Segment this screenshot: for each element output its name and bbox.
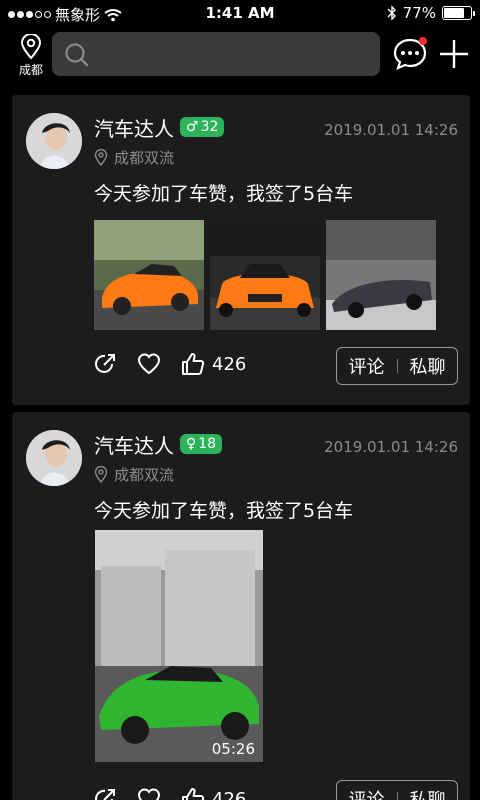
car-photo[interactable] xyxy=(326,220,436,330)
thumbs-up-icon[interactable] xyxy=(180,351,206,377)
location-pin-icon xyxy=(94,466,108,483)
thumbs-up-icon[interactable] xyxy=(180,786,206,800)
comment-chat-group: 评论 私聊 xyxy=(336,780,458,800)
top-nav: 成都 xyxy=(0,28,480,84)
post-text: 今天参加了车赞，我签了5台车 xyxy=(94,500,354,522)
search-input[interactable] xyxy=(96,32,372,76)
comment-chat-group: 评论 私聊 xyxy=(336,347,458,385)
city-selector[interactable]: 成都 xyxy=(14,34,48,80)
location-label: 成都双流 xyxy=(114,149,175,167)
age-label: 18 xyxy=(198,436,217,452)
heart-icon[interactable] xyxy=(136,351,162,377)
female-icon: ♀ xyxy=(186,436,197,452)
messages-button[interactable] xyxy=(392,36,428,72)
comment-button[interactable]: 评论 xyxy=(349,786,385,800)
car-photo[interactable] xyxy=(94,220,204,330)
battery-icon xyxy=(442,6,475,20)
comment-button[interactable]: 评论 xyxy=(349,353,385,379)
post-actions: 426 xyxy=(92,351,246,377)
private-chat-button[interactable]: 私聊 xyxy=(410,353,446,379)
location-pin-icon xyxy=(94,149,108,166)
post-time: 2019.01.01 14:26 xyxy=(324,438,458,456)
plus-icon xyxy=(440,40,468,68)
post-location: 成都双流 xyxy=(94,464,174,485)
car-photo[interactable] xyxy=(210,220,320,330)
bluetooth-icon xyxy=(387,5,396,21)
post-time: 2019.01.01 14:26 xyxy=(324,121,458,139)
video-duration: 05:26 xyxy=(211,740,255,758)
age-label: 32 xyxy=(200,119,219,135)
username[interactable]: 汽车达人 xyxy=(94,113,174,142)
battery-percent: 77% xyxy=(402,4,436,22)
search-bar[interactable] xyxy=(52,32,380,76)
avatar[interactable] xyxy=(26,430,82,486)
post-actions: 426 xyxy=(92,786,246,800)
post-card[interactable]: 汽车达人 ♀ 18 2019.01.01 14:26 成都双流 今天参加了车赞，… xyxy=(12,412,470,800)
divider xyxy=(396,792,398,800)
status-bar: 無象形 1:41 AM 77% xyxy=(0,0,480,28)
private-chat-button[interactable]: 私聊 xyxy=(410,786,446,800)
like-count: 426 xyxy=(212,788,247,800)
gender-age-badge: ♂ 32 xyxy=(180,117,225,137)
divider xyxy=(396,359,398,373)
add-post-button[interactable] xyxy=(438,38,470,70)
post-text: 今天参加了车赞，我签了5台车 xyxy=(94,183,354,205)
share-icon[interactable] xyxy=(92,351,118,377)
heart-icon[interactable] xyxy=(136,786,162,800)
post-location: 成都双流 xyxy=(94,147,174,168)
username[interactable]: 汽车达人 xyxy=(94,430,174,459)
avatar[interactable] xyxy=(26,113,82,169)
search-icon xyxy=(65,43,89,67)
gender-age-badge: ♀ 18 xyxy=(180,434,223,454)
unread-badge xyxy=(419,37,427,45)
like-count: 426 xyxy=(212,353,247,375)
image-gallery xyxy=(94,220,436,330)
location-pin-icon xyxy=(20,34,42,60)
post-card[interactable]: 汽车达人 ♂ 32 2019.01.01 14:26 成都双流 今天参加了车赞，… xyxy=(12,95,470,405)
status-right: 77% xyxy=(387,4,475,22)
share-icon[interactable] xyxy=(92,786,118,800)
location-label: 成都双流 xyxy=(114,466,175,484)
city-label: 成都 xyxy=(18,63,43,77)
video-thumbnail[interactable]: 05:26 xyxy=(95,530,263,762)
male-icon: ♂ xyxy=(186,119,199,135)
